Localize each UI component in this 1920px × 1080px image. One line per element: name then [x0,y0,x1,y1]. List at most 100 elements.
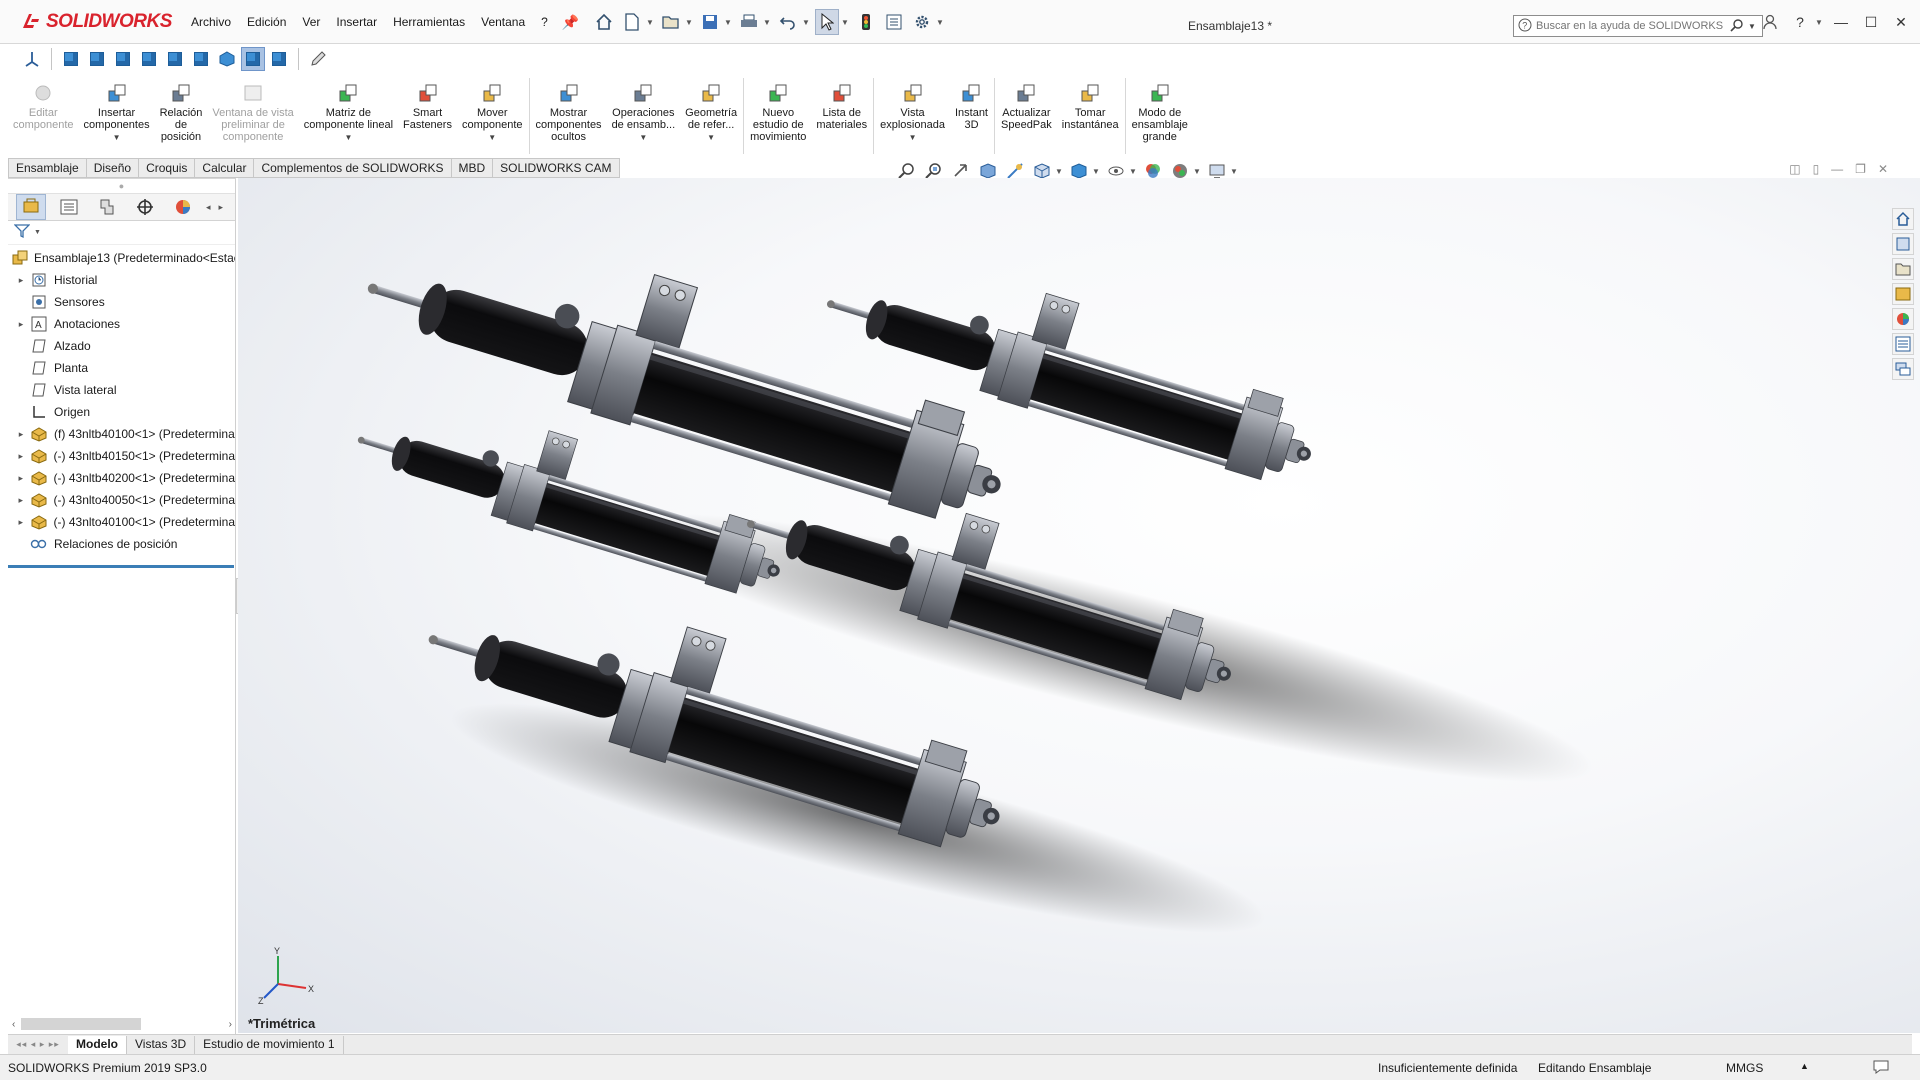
save-icon[interactable] [698,9,722,35]
tab-croquis[interactable]: Croquis [139,158,196,178]
design-library-icon[interactable] [1892,233,1914,255]
tree-item[interactable]: Origen [8,401,235,423]
tree-item[interactable]: ▸ Historial [8,269,235,291]
tree-item[interactable]: ▸ (f) 43nltb40100<1> (Predetermina [8,423,235,445]
triad-icon[interactable] [20,47,44,71]
chevron-down-icon[interactable]: ▼ [113,133,121,142]
tile-view-icon[interactable]: ▯ [1813,162,1820,176]
ribbon-button-insert-components[interactable]: Insertar componentes ▼ [79,78,155,156]
tab-vistas-3d[interactable]: Vistas 3D [127,1035,196,1054]
chevron-down-icon[interactable]: ▼ [801,18,811,27]
tree-item[interactable]: ▸ (-) 43nlto40100<1> (Predetermina [8,511,235,533]
ribbon-button-motion-study[interactable]: Nuevo estudio de movimiento [745,78,811,156]
tree-item[interactable]: Sensores [8,291,235,313]
graphics-area[interactable]: Y X Z *Trimétrica [238,178,1920,1033]
feature-manager-tab-icon[interactable] [16,194,46,220]
expand-arrow-icon[interactable]: ▸ [14,451,28,462]
chevron-down-icon[interactable]: ▼ [639,133,647,142]
open-folder-icon[interactable] [659,9,683,35]
ribbon-button-instant3d[interactable]: Instant 3D [950,78,993,156]
expand-arrow-icon[interactable]: ▸ [14,275,28,286]
forum-icon[interactable] [1892,358,1914,380]
view-top-icon[interactable] [163,47,187,71]
chevron-down-icon[interactable]: ▼ [1748,22,1756,31]
menu-edicion[interactable]: Edición [239,15,294,29]
panel-tabs-right-arrow[interactable]: ▸ [219,202,224,213]
units-chevron-up-icon[interactable]: ▲ [1800,1061,1809,1071]
chevron-down-icon[interactable]: ▼ [707,133,715,142]
expand-arrow-icon[interactable]: ▸ [14,429,28,440]
panel-tabs-left-arrow[interactable]: ◂ [206,202,211,213]
ribbon-button-edit-component[interactable]: Editar componente [8,78,79,156]
close-icon[interactable]: ✕ [1888,9,1914,35]
options-gear-icon[interactable] [910,9,934,35]
help-icon[interactable]: ? [1787,9,1813,35]
tab-estudio-movimiento[interactable]: Estudio de movimiento 1 [195,1035,344,1054]
chevron-down-icon[interactable]: ▼ [935,18,945,27]
view-dimetric-icon[interactable] [267,47,291,71]
tree-item[interactable]: Planta [8,357,235,379]
view-front-icon[interactable] [59,47,83,71]
ribbon-button-preview-window[interactable]: Ventana de vista preliminar de component… [207,78,298,156]
ribbon-button-snapshot[interactable]: Tomar instantánea [1057,78,1124,156]
maximize-icon[interactable]: ☐ [1858,9,1884,35]
pin-menu-icon[interactable]: 📌 [562,14,579,31]
chevron-down-icon[interactable]: ▼ [344,133,352,142]
tab-solidworks-cam[interactable]: SOLIDWORKS CAM [493,158,620,178]
ribbon-button-assembly-features[interactable]: Operaciones de ensamb... ▼ [607,78,681,156]
expand-arrow-icon[interactable]: ▸ [14,517,28,528]
tab-mbd[interactable]: MBD [451,158,494,178]
help-search-box[interactable]: ? ▼ [1513,15,1763,37]
chevron-down-icon[interactable]: ▼ [1814,18,1824,27]
rebuild-chat-icon[interactable] [1872,1059,1890,1078]
tree-item[interactable]: Relaciones de posición [8,533,235,555]
search-icon[interactable] [1730,18,1744,35]
expand-arrow-icon[interactable]: ▸ [14,319,28,330]
scroll-left-icon[interactable]: ‹ [12,1019,15,1030]
tab-navigation-arrows[interactable]: ◂◂ ◂ ▸ ▸▸ [8,1036,68,1054]
file-explorer-icon[interactable] [1892,258,1914,280]
user-account-icon[interactable] [1757,9,1783,35]
tree-item[interactable]: Alzado [8,335,235,357]
undo-icon[interactable] [776,9,800,35]
menu-ver[interactable]: Ver [294,15,328,29]
menu-archivo[interactable]: Archivo [183,15,239,29]
chevron-down-icon[interactable]: ▼ [1192,167,1202,176]
ribbon-button-exploded-view[interactable]: Vista explosionada ▼ [875,78,950,156]
scroll-thumb[interactable] [21,1018,142,1030]
tab-diseno[interactable]: Diseño [86,158,140,178]
ribbon-button-large-assembly[interactable]: Modo de ensamblaje grande [1127,78,1193,156]
property-manager-tab-icon[interactable] [54,194,84,220]
rollback-bar[interactable] [8,565,234,568]
new-document-icon[interactable] [620,9,644,35]
select-cursor-icon[interactable] [815,9,839,35]
tab-ensamblaje[interactable]: Ensamblaje [8,158,87,178]
menu-ventana[interactable]: Ventana [473,15,533,29]
display-manager-tab-icon[interactable] [168,194,198,220]
solidworks-resources-icon[interactable] [1892,208,1914,230]
ribbon-button-move-component[interactable]: Mover componente ▼ [457,78,528,156]
ribbon-button-smart-fasteners[interactable]: Smart Fasteners [398,78,457,156]
print-icon[interactable] [737,9,761,35]
chevron-down-icon[interactable]: ▼ [909,133,917,142]
chevron-down-icon[interactable]: ▼ [1128,167,1138,176]
tree-item[interactable]: ▸ (-) 43nlto40050<1> (Predetermina [8,489,235,511]
tree-item[interactable]: ▸ (-) 43nltb40200<1> (Predetermina [8,467,235,489]
view-bottom-icon[interactable] [189,47,213,71]
tree-horizontal-scrollbar[interactable]: ‹ › [8,1016,236,1032]
view-isometric-icon[interactable] [215,47,239,71]
view-right-icon[interactable] [137,47,161,71]
ribbon-button-show-hidden[interactable]: Mostrar componentes ocultos [531,78,607,156]
menu-help[interactable]: ? [533,15,556,29]
tab-calcular[interactable]: Calcular [195,158,255,178]
split-view-icon[interactable]: ◫ [1789,162,1800,176]
scroll-right-icon[interactable]: › [229,1019,232,1030]
expand-arrow-icon[interactable]: ▸ [14,495,28,506]
minimize-icon[interactable]: — [1828,9,1854,35]
traffic-light-icon[interactable] [854,9,878,35]
menu-herramientas[interactable]: Herramientas [385,15,473,29]
tree-item[interactable]: ▸ A Anotaciones [8,313,235,335]
appearances-icon[interactable] [1892,308,1914,330]
file-properties-icon[interactable] [882,9,906,35]
tree-item[interactable]: Vista lateral [8,379,235,401]
